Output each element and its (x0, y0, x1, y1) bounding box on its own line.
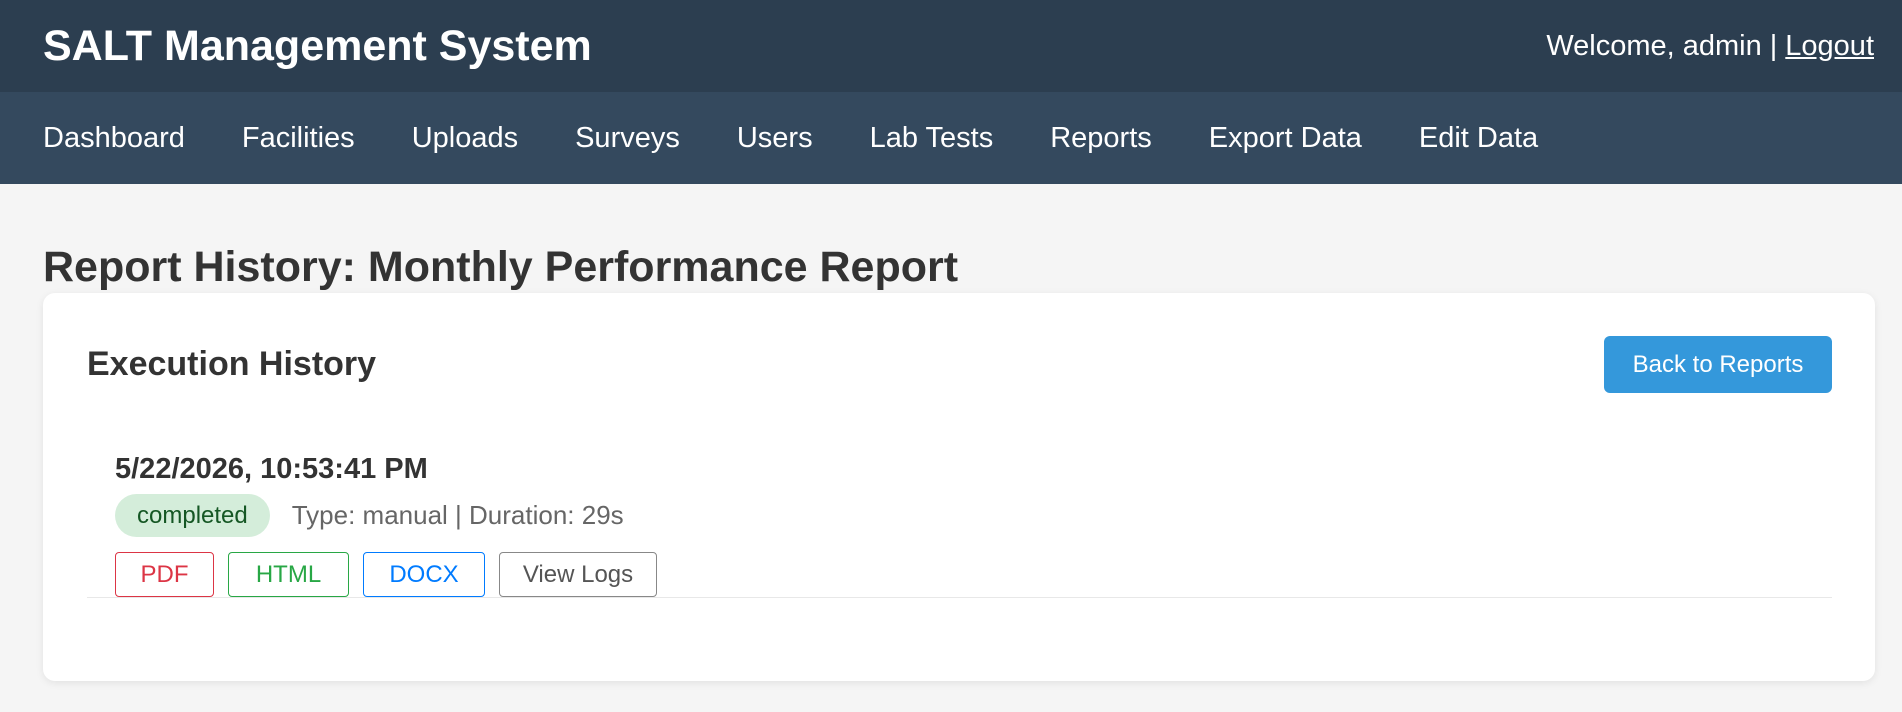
nav-uploads[interactable]: Uploads (412, 122, 518, 155)
page-title: Report History: Monthly Performance Repo… (43, 243, 959, 291)
welcome-text: Welcome, admin (1546, 29, 1762, 62)
nav-users[interactable]: Users (737, 122, 813, 155)
user-area: Welcome, admin | Logout (1546, 30, 1874, 63)
execution-history-card: Execution History Back to Reports 5/22/2… (43, 293, 1875, 681)
header-separator: | (1769, 29, 1778, 62)
nav-edit-data[interactable]: Edit Data (1419, 122, 1538, 155)
execution-meta: Type: manual | Duration: 29s (291, 500, 624, 530)
main-nav: Dashboard Facilities Uploads Surveys Use… (0, 92, 1902, 184)
execution-datetime: 5/22/2026, 10:53:41 PM (115, 453, 428, 485)
nav-reports[interactable]: Reports (1050, 122, 1152, 155)
top-header: SALT Management System Welcome, admin | … (0, 0, 1902, 92)
download-html-button[interactable]: HTML (228, 552, 349, 597)
nav-export-data[interactable]: Export Data (1209, 122, 1362, 155)
card-title: Execution History (87, 345, 377, 383)
execution-meta-row: completed Type: manual | Duration: 29s (115, 494, 624, 537)
download-pdf-button[interactable]: PDF (115, 552, 214, 597)
download-docx-button[interactable]: DOCX (363, 552, 485, 597)
nav-dashboard[interactable]: Dashboard (43, 122, 185, 155)
download-actions: PDF HTML DOCX View Logs (115, 552, 671, 597)
view-logs-button[interactable]: View Logs (499, 552, 657, 597)
nav-facilities[interactable]: Facilities (242, 122, 355, 155)
back-to-reports-button[interactable]: Back to Reports (1604, 336, 1832, 393)
nav-lab-tests[interactable]: Lab Tests (870, 122, 994, 155)
history-item: 5/22/2026, 10:53:41 PM completed Type: m… (87, 453, 1832, 598)
nav-surveys[interactable]: Surveys (575, 122, 680, 155)
app-title: SALT Management System (43, 21, 592, 70)
status-badge: completed (115, 494, 270, 537)
logout-link[interactable]: Logout (1785, 30, 1874, 63)
